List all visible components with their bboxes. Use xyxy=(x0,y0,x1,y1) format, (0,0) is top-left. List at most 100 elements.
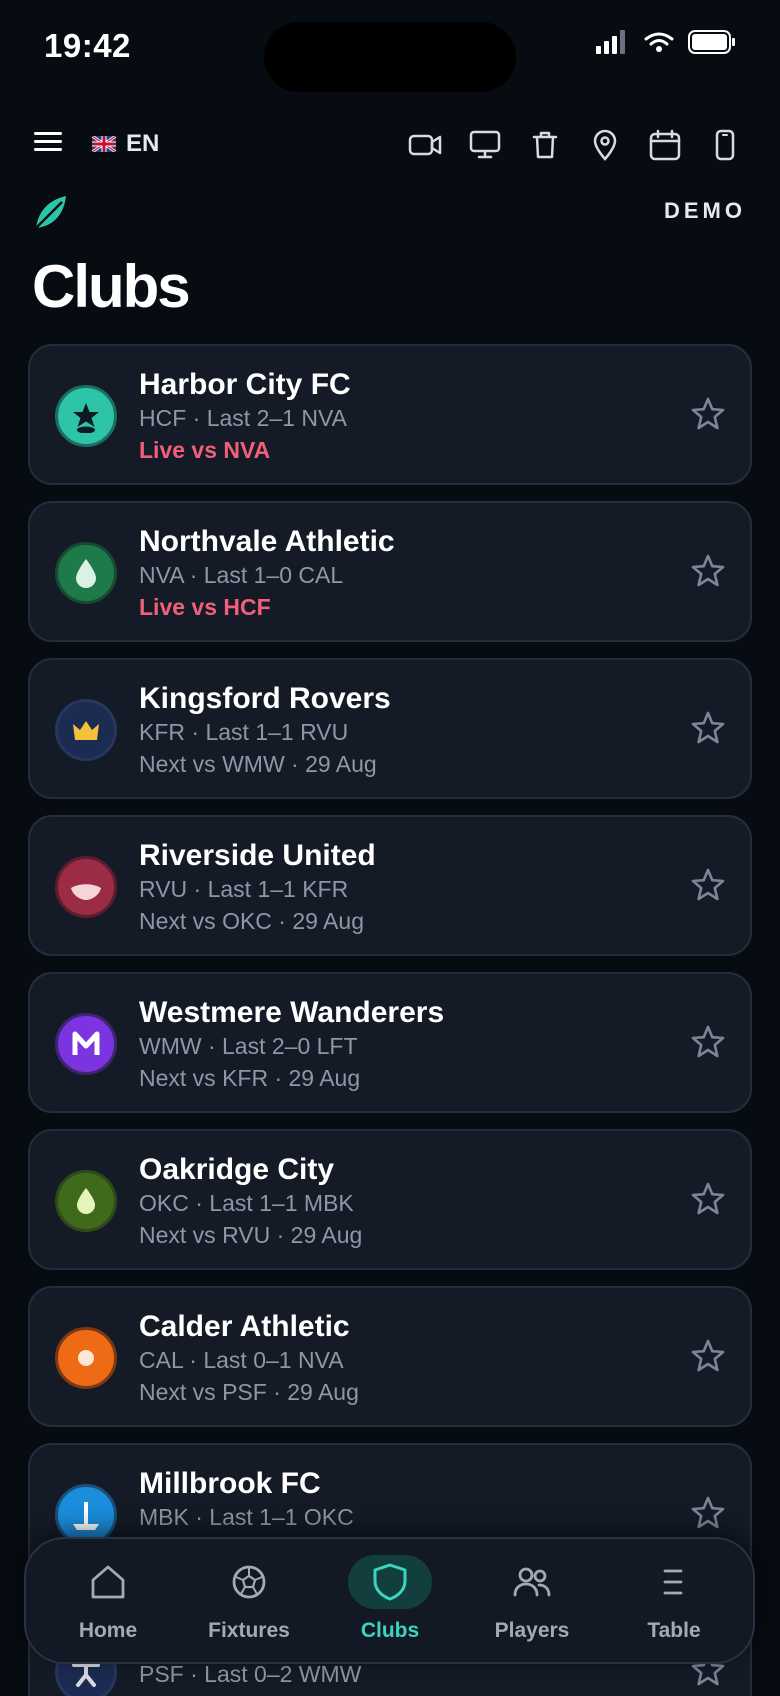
club-crest xyxy=(55,385,117,447)
hamburger-icon xyxy=(34,132,62,151)
favorite-button[interactable] xyxy=(688,1179,728,1219)
trash-button[interactable] xyxy=(526,126,564,164)
club-live-status: Live vs NVA xyxy=(139,437,271,463)
anchor-icon xyxy=(73,1502,99,1530)
tab-fixtures-icon-wrap xyxy=(207,1555,291,1609)
monitor-button[interactable] xyxy=(466,126,504,164)
tab-players-label: Players xyxy=(494,1619,570,1642)
page-title: Clubs xyxy=(32,253,191,320)
location-pin-icon xyxy=(593,129,617,161)
favorite-button[interactable] xyxy=(688,1022,728,1062)
tab-table-label: Table xyxy=(647,1619,701,1642)
star-outline-icon xyxy=(691,554,725,587)
club-card[interactable]: Harbor City FC HCF · Last 2–1 NVA Live vs … xyxy=(28,344,752,485)
status-bar: 19:42 xyxy=(0,0,780,95)
star-outline-icon xyxy=(691,1025,725,1058)
tab-players[interactable]: Players xyxy=(466,1539,598,1666)
shield-icon xyxy=(373,1563,407,1601)
club-meta: RVU · Last 1–1 KFR xyxy=(139,876,349,902)
top-toolbar: EN xyxy=(0,118,780,174)
club-name: Oakridge City xyxy=(139,1153,335,1186)
phone-button[interactable] xyxy=(706,126,744,164)
tab-fixtures[interactable]: Fixtures xyxy=(183,1539,315,1666)
club-meta: CAL · Last 0–1 NVA xyxy=(139,1347,344,1373)
language-selector[interactable]: EN xyxy=(92,130,159,158)
phone-icon xyxy=(715,129,735,161)
video-button[interactable] xyxy=(406,126,444,164)
signal-icon xyxy=(596,30,625,54)
club-card[interactable]: Calder Athletic CAL · Last 0–1 NVA Next vs… xyxy=(28,1286,752,1427)
club-next-fixture: Next vs WMW · 29 Aug xyxy=(139,751,377,777)
tab-players-icon-wrap xyxy=(490,1555,574,1609)
club-card[interactable]: Northvale Athletic NVA · Last 1–0 CAL Live… xyxy=(28,501,752,642)
battery-icon xyxy=(688,30,735,54)
club-name: Northvale Athletic xyxy=(139,525,395,558)
club-name: Westmere Wanderers xyxy=(139,996,445,1029)
wifi-icon xyxy=(644,32,674,52)
star-outline-icon xyxy=(691,868,725,901)
club-card[interactable]: Kingsford Rovers KFR · Last 1–1 RVU Next v… xyxy=(28,658,752,799)
demo-badge: DEMO xyxy=(664,198,746,223)
crown-icon xyxy=(73,721,99,740)
tab-home[interactable]: Home xyxy=(42,1539,174,1666)
club-meta: HCF · Last 2–1 NVA xyxy=(139,405,347,431)
wave-icon xyxy=(71,884,101,900)
dot-icon xyxy=(78,1350,94,1366)
favorite-button[interactable] xyxy=(688,1336,728,1376)
club-card[interactable]: Westmere Wanderers WMW · Last 2–0 LFT Next… xyxy=(28,972,752,1113)
club-crest xyxy=(55,699,117,761)
drop-icon xyxy=(76,559,96,588)
menu-button[interactable] xyxy=(34,130,66,158)
letter-m-icon xyxy=(72,1031,100,1055)
club-name: Kingsford Rovers xyxy=(139,682,391,715)
club-live-status: Live vs HCF xyxy=(139,594,271,620)
club-meta: MBK · Last 1–1 OKC xyxy=(139,1504,354,1530)
leaf-icon xyxy=(77,1188,95,1214)
favorite-button[interactable] xyxy=(688,1493,728,1533)
star-outline-icon xyxy=(691,1496,725,1529)
bottom-tab-bar: Home Fixtures Clubs Players Table xyxy=(24,1537,755,1664)
uk-flag-icon xyxy=(92,136,116,152)
club-crest xyxy=(55,856,117,918)
favorite-button[interactable] xyxy=(688,394,728,434)
favorite-button[interactable] xyxy=(688,708,728,748)
club-next-fixture: Next vs RVU · 29 Aug xyxy=(139,1222,363,1248)
star-outline-icon xyxy=(691,397,725,430)
star-icon xyxy=(73,403,99,433)
club-card[interactable]: Oakridge City OKC · Last 1–1 MBK Next vs R… xyxy=(28,1129,752,1270)
people-icon xyxy=(513,1567,551,1597)
club-crest xyxy=(55,1327,117,1389)
status-time: 19:42 xyxy=(44,27,131,64)
favorite-button[interactable] xyxy=(688,551,728,591)
language-label: EN xyxy=(126,130,160,157)
tab-fixtures-label: Fixtures xyxy=(208,1619,290,1642)
club-next-fixture: Next vs OKC · 29 Aug xyxy=(139,908,364,934)
club-name: Riverside United xyxy=(139,839,376,872)
dynamic-island xyxy=(264,22,516,92)
tab-home-label: Home xyxy=(78,1619,138,1642)
app-logo xyxy=(32,192,72,232)
club-name: Millbrook FC xyxy=(139,1467,321,1500)
tab-clubs[interactable]: Clubs xyxy=(324,1539,456,1666)
tab-table-icon-wrap xyxy=(632,1555,716,1609)
club-card[interactable]: Riverside United RVU · Last 1–1 KFR Next v… xyxy=(28,815,752,956)
club-next-fixture: Next vs KFR · 29 Aug xyxy=(139,1065,361,1091)
club-meta: NVA · Last 1–0 CAL xyxy=(139,562,344,588)
club-crest xyxy=(55,542,117,604)
star-outline-icon xyxy=(691,1339,725,1372)
location-button[interactable] xyxy=(586,126,624,164)
club-name: Calder Athletic xyxy=(139,1310,350,1343)
calendar-icon xyxy=(649,129,681,161)
club-crest xyxy=(55,1013,117,1075)
ball-icon xyxy=(232,1565,266,1599)
home-icon xyxy=(91,1565,125,1599)
calendar-button[interactable] xyxy=(646,126,684,164)
favorite-button[interactable] xyxy=(688,865,728,905)
tab-clubs-label: Clubs xyxy=(360,1619,420,1642)
tab-table[interactable]: Table xyxy=(608,1539,740,1666)
club-crest xyxy=(55,1170,117,1232)
star-outline-icon xyxy=(691,1182,725,1215)
tab-clubs-icon-wrap xyxy=(348,1555,432,1609)
trash-icon xyxy=(532,131,558,159)
club-name: Harbor City FC xyxy=(139,368,351,401)
